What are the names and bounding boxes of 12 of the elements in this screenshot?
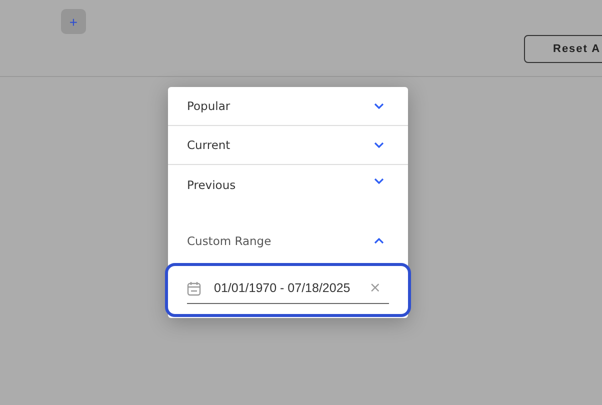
section-header[interactable]: Current [168, 126, 408, 165]
reset-all-button[interactable]: Reset A [524, 35, 602, 63]
chevron-icon [374, 103, 384, 109]
chevron-icon [374, 238, 384, 244]
section-header[interactable]: Popular [168, 87, 408, 126]
calendar-icon [187, 280, 201, 296]
date-range-value: 01/01/1970 - 07/18/2025 [214, 281, 350, 295]
chevron-icon [374, 142, 384, 148]
date-range-field[interactable]: 01/01/1970 - 07/18/2025 × [165, 263, 411, 317]
section-header[interactable]: Previous [168, 165, 408, 223]
section-header[interactable]: Custom Range [168, 223, 408, 259]
chevron-icon [374, 178, 384, 184]
